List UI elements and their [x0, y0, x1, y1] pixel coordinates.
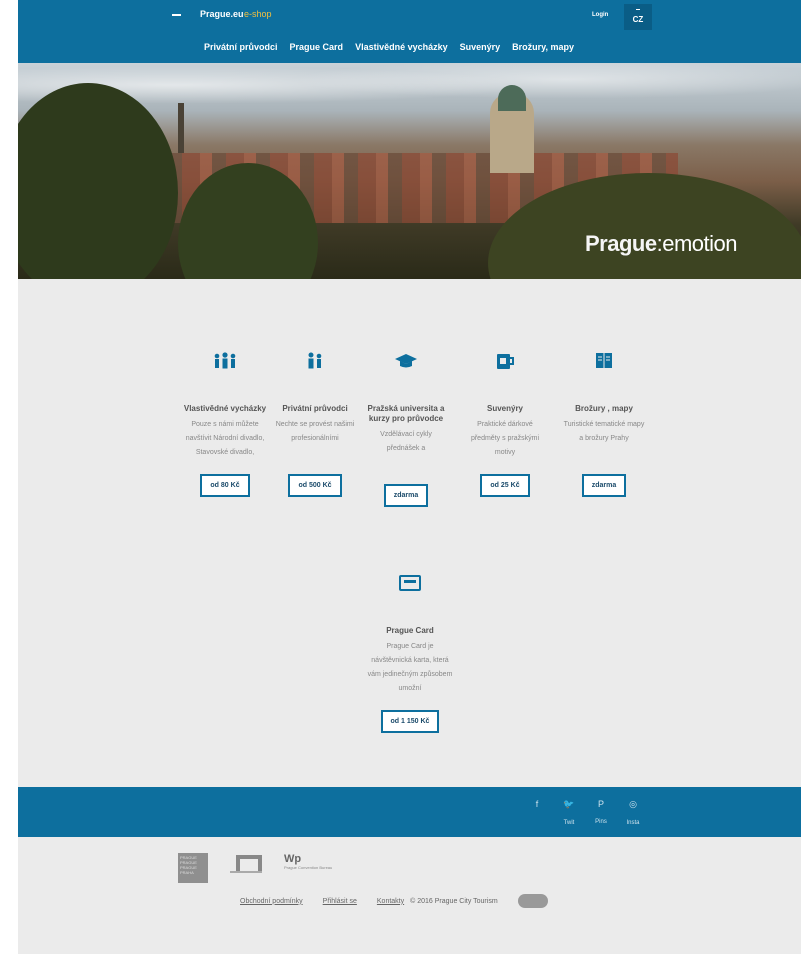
category-desc: Nechte se provést našimi profesionálními	[275, 421, 355, 442]
hero-brand: Prague	[585, 231, 657, 256]
twitter-icon: 🐦	[563, 799, 575, 809]
login-link[interactable]: Login	[592, 12, 608, 18]
category-souvenirs[interactable]: Suvenýry Praktické dárkové předměty s pr…	[463, 350, 547, 497]
pinterest-icon: P	[597, 799, 604, 809]
facebook-icon: f	[535, 799, 539, 809]
login-footer-link[interactable]: Přihlásit se	[323, 898, 357, 905]
social-pinterest[interactable]: P Pins	[594, 799, 608, 826]
footer-links: Obchodní podmínky Přihlásit se Kontakty …	[240, 894, 548, 908]
copyright: © 2016 Prague City Tourism	[410, 897, 498, 905]
menu-icon[interactable]	[172, 14, 181, 16]
social-label: Twit	[563, 820, 575, 826]
contacts-link[interactable]: Kontakty	[377, 898, 404, 905]
hero-spire	[178, 103, 184, 153]
price-button[interactable]: od 500 Kč	[288, 474, 342, 497]
mug-icon	[497, 354, 514, 369]
convention-bureau-logo[interactable]: Wp Prague Convention Bureau	[284, 853, 332, 870]
partner-logos: PRAGUE PRAGUE PRAGUE PRAHA Wp Prague Conv…	[178, 853, 332, 883]
category-title: Privátní průvodci	[282, 404, 348, 413]
hero-tagline: :emotion	[656, 231, 738, 256]
footer-bottom: PRAGUE PRAGUE PRAGUE PRAHA Wp Prague Conv…	[18, 837, 801, 954]
category-desc: Praktické dárkové předměty s pražskými m…	[470, 421, 540, 456]
nav-walks[interactable]: Vlastivědné vycházky	[355, 42, 448, 52]
price-button[interactable]: zdarma	[383, 484, 429, 507]
site-header: Prague.eu e-shop Login CZ Privátní průvo…	[18, 0, 801, 63]
card-icon	[399, 575, 421, 591]
category-desc: Prague Card je návštěvnická karta, která…	[367, 643, 453, 692]
category-title: Vlastivědné vycházky	[183, 404, 267, 413]
category-title: Prague Card	[386, 626, 434, 635]
page: Prague.eu e-shop Login CZ Privátní průvo…	[18, 0, 801, 954]
category-title: Suvenýry	[486, 404, 524, 413]
main-nav: Privátní průvodci Prague Card Vlastivědn…	[204, 42, 574, 52]
nav-prague-card[interactable]: Prague Card	[290, 42, 344, 52]
footer-bar: f 🐦 Twit P Pins ◎ Insta	[18, 787, 801, 837]
graduation-cap-icon	[395, 354, 417, 368]
mascot-logo	[517, 894, 548, 908]
instagram-icon: ◎	[629, 799, 637, 809]
price-button[interactable]: zdarma	[581, 474, 627, 497]
nav-private-guides[interactable]: Privátní průvodci	[204, 42, 278, 52]
two-persons-icon	[308, 352, 322, 369]
category-desc: Pouze s námi můžete navštívit Národní di…	[185, 421, 265, 456]
category-desc: Turistické tematické mapy a brožury Prah…	[563, 421, 645, 442]
category-desc: Vzdělávací cykly přednášek a	[380, 431, 432, 452]
language-switch[interactable]: CZ	[624, 4, 652, 30]
nav-brochures[interactable]: Brožury, mapy	[512, 42, 574, 52]
nav-souvenirs[interactable]: Suvenýry	[460, 42, 501, 52]
hero-title: Prague:emotion	[585, 231, 737, 257]
social-facebook[interactable]: f	[530, 799, 544, 826]
social-twitter[interactable]: 🐦 Twit	[562, 799, 576, 826]
hero-banner: Prague:emotion	[18, 63, 801, 279]
social-label: Insta	[626, 820, 640, 826]
category-title: Pražská universita a kurzy pro průvodce	[367, 404, 445, 423]
price-button[interactable]: od 80 Kč	[200, 474, 250, 497]
terms-link[interactable]: Obchodní podmínky	[240, 898, 303, 905]
social-links: f 🐦 Twit P Pins ◎ Insta	[530, 799, 640, 826]
category-walks[interactable]: Vlastivědné vycházky Pouze s námi můžete…	[183, 350, 267, 497]
convention-bureau-mark: Wp	[284, 853, 302, 865]
category-prague-card[interactable]: Prague Card Prague Card je návštěvnická …	[367, 572, 453, 733]
prague-city-logo[interactable]: PRAGUE PRAGUE PRAGUE PRAHA	[178, 853, 208, 883]
convention-bureau-name: Prague Convention Bureau	[284, 865, 333, 870]
social-label: Pins	[595, 819, 607, 825]
category-private-guides[interactable]: Privátní průvodci Nechte se provést naši…	[273, 350, 357, 497]
social-instagram[interactable]: ◎ Insta	[626, 799, 640, 826]
category-brochures[interactable]: Brožury , mapy Turistické tematické mapy…	[562, 350, 646, 497]
category-title: Brožury , mapy	[575, 404, 633, 413]
institution-logo[interactable]	[226, 853, 266, 875]
open-book-icon	[596, 353, 612, 368]
group-of-three-icon	[214, 352, 236, 369]
eshop-label: e-shop	[244, 9, 272, 19]
price-button[interactable]: od 1 150 Kč	[380, 710, 440, 733]
category-university[interactable]: Pražská universita a kurzy pro průvodce …	[364, 350, 448, 507]
price-button[interactable]: od 25 Kč	[480, 474, 530, 497]
site-logo[interactable]: Prague.eu	[200, 9, 244, 19]
hero-dome	[498, 85, 526, 111]
